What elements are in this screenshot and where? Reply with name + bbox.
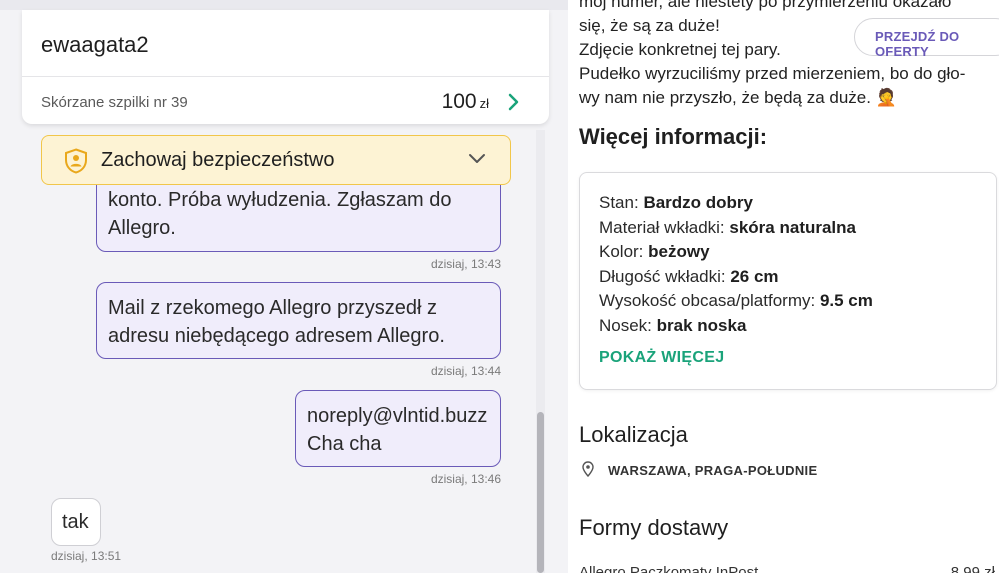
- safety-banner-text: Zachowaj bezpieczeństwo: [101, 149, 335, 171]
- attribute-row: Długość wkładki: 26 cm: [599, 267, 779, 287]
- attribute-value: Bardzo dobry: [643, 193, 753, 212]
- delivery-option-label: Allegro Paczkomaty InPost: [579, 564, 759, 573]
- conversation-header: ewaagata2 Skórzane szpilki nr 39 100 zł: [22, 10, 549, 124]
- description-line: mój numer, ale niestety po przymierzeniu…: [579, 0, 952, 11]
- message-bubble-received[interactable]: tak: [51, 498, 101, 546]
- message-line: konto. Próba wyłudzenia. Zgłaszam do: [108, 189, 452, 211]
- top-edge: [0, 0, 568, 10]
- attribute-label: Długość wkładki:: [599, 267, 726, 286]
- item-price[interactable]: 100 zł: [442, 90, 489, 114]
- attribute-row: Wysokość obcasa/platformy: 9.5 cm: [599, 291, 873, 311]
- delivery-option-price: 8,99 zł: [950, 564, 995, 573]
- chevron-down-icon[interactable]: [468, 152, 486, 166]
- price-currency: zł: [479, 96, 489, 111]
- message-line: adresu niebędącego adresem Allegro.: [108, 325, 445, 347]
- message-line: Allegro.: [108, 217, 176, 239]
- header-divider: [22, 76, 549, 77]
- message-bubble[interactable]: noreply@vlntid.buzz Cha cha: [295, 390, 501, 467]
- attribute-label: Wysokość obcasa/platformy:: [599, 291, 816, 310]
- attribute-value: skóra naturalna: [729, 218, 856, 237]
- message-bubble[interactable]: Mail z rzekomego Allegro przyszedł z adr…: [96, 282, 501, 359]
- message-timestamp: dzisiaj, 13:51: [51, 549, 122, 563]
- scrollbar-thumb[interactable]: [537, 412, 544, 573]
- message-line: noreply@vlntid.buzz: [307, 405, 488, 427]
- description-line: Pudełko wyrzuciliśmy przed mierzeniem, b…: [579, 64, 966, 83]
- attribute-label: Stan:: [599, 193, 639, 212]
- attribute-row: Nosek: brak noska: [599, 316, 746, 336]
- attribute-value: 9.5 cm: [819, 291, 873, 310]
- more-info-heading: Więcej informacji:: [579, 124, 768, 149]
- attribute-label: Materiał wkładki:: [599, 218, 725, 237]
- chevron-right-icon[interactable]: [507, 92, 521, 112]
- attribute-value: beżowy: [648, 242, 710, 261]
- chat-panel: ewaagata2 Skórzane szpilki nr 39 100 zł Z…: [0, 0, 568, 573]
- attribute-row: Materiał wkładki: skóra naturalna: [599, 218, 856, 238]
- message-line: tak: [62, 511, 89, 533]
- location-pin-icon: [582, 461, 594, 477]
- price-value: 100: [441, 90, 477, 113]
- attribute-value: 26 cm: [730, 267, 779, 286]
- location-text: WARSZAWA, PRAGA-POŁUDNIE: [608, 463, 818, 478]
- message-timestamp: dzisiaj, 13:44: [430, 364, 501, 378]
- listing-panel: mój numer, ale niestety po przymierzeniu…: [568, 0, 999, 573]
- username[interactable]: ewaagata2: [41, 32, 149, 58]
- description-line: wy nam nie przyszło, że będą za duże. 🤦: [579, 88, 897, 107]
- attributes-card: Stan: Bardzo dobry Materiał wkładki: skó…: [579, 172, 997, 390]
- attribute-value: brak noska: [656, 316, 747, 335]
- attribute-label: Kolor:: [599, 242, 644, 261]
- attribute-row: Kolor: beżowy: [599, 242, 710, 262]
- message-timestamp: dzisiaj, 13:46: [430, 472, 501, 486]
- attribute-row: Stan: Bardzo dobry: [599, 193, 753, 213]
- show-more-link[interactable]: POKAŻ WIĘCEJ: [599, 349, 724, 367]
- delivery-heading: Formy dostawy: [579, 515, 729, 540]
- go-to-offer-button[interactable]: PRZEJDŹ DO OFERTY: [854, 18, 999, 59]
- attribute-label: Nosek:: [599, 316, 652, 335]
- location-heading: Lokalizacja: [579, 422, 688, 447]
- item-title[interactable]: Skórzane szpilki nr 39: [41, 94, 188, 111]
- message-line: Cha cha: [307, 433, 382, 455]
- message-line: Mail z rzekomego Allegro przyszedł z: [108, 297, 438, 319]
- shield-icon: [65, 148, 87, 174]
- message-timestamp: dzisiaj, 13:43: [430, 257, 501, 271]
- safety-banner[interactable]: Zachowaj bezpieczeństwo: [41, 135, 511, 185]
